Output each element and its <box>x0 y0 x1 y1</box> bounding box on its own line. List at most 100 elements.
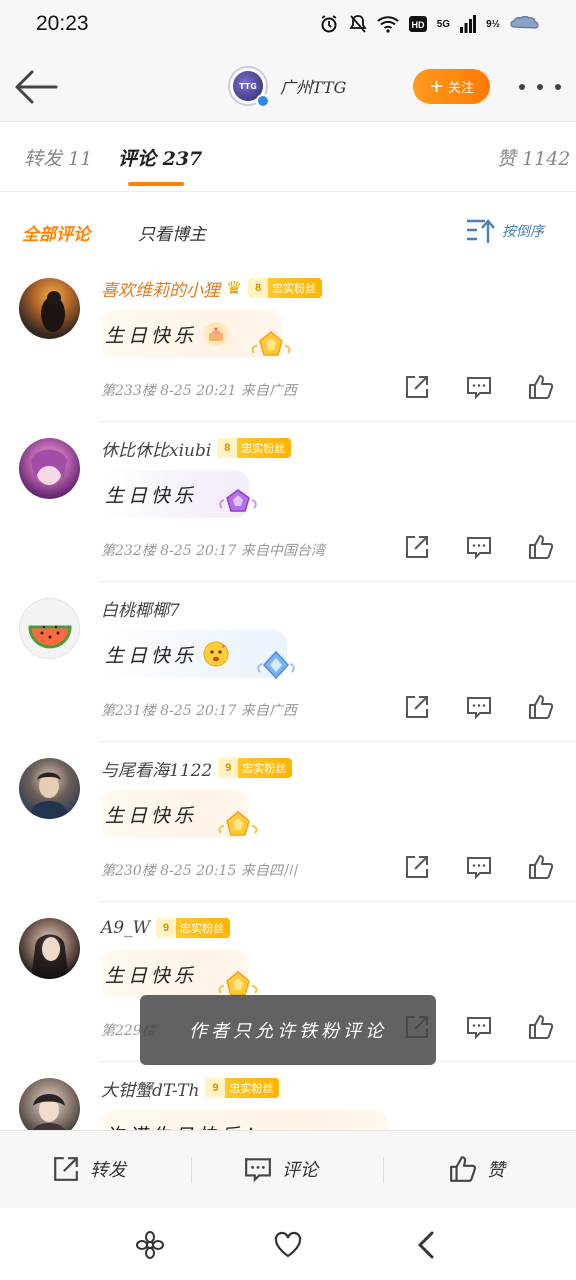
username[interactable]: 白桃椰椰7 <box>101 596 180 621</box>
comment-actions <box>404 534 554 560</box>
share-icon[interactable] <box>404 534 430 560</box>
comment-icon[interactable] <box>466 854 492 880</box>
share-icon <box>54 1157 78 1181</box>
verified-badge-icon <box>256 94 270 108</box>
like-icon[interactable] <box>528 534 554 560</box>
battery-icon <box>510 15 539 29</box>
comment-meta: 第233楼 8-25 20:21 来自广西 <box>101 383 297 399</box>
wifi-icon <box>377 16 399 33</box>
title-bar: TTG 广州TTG + 关注 <box>0 52 576 122</box>
follow-button[interactable]: + 关注 <box>413 69 490 104</box>
comment-meta: 第230楼 8-25 20:15 来自四川 <box>101 863 297 879</box>
comment-text: 许诺生日快乐！ <box>105 1121 266 1131</box>
back-chevron-icon[interactable] <box>412 1230 442 1260</box>
status-time: 20:23 <box>36 12 89 35</box>
tab-repost[interactable]: 转发 11 <box>24 144 92 171</box>
more-options-icon[interactable] <box>519 77 561 97</box>
system-nav-bar <box>0 1208 576 1280</box>
active-tab-indicator <box>128 182 184 186</box>
like-icon[interactable] <box>528 374 554 400</box>
avatar[interactable] <box>19 1078 80 1130</box>
account-name[interactable]: 广州TTG <box>280 74 346 98</box>
plus-icon: + <box>428 75 445 97</box>
like-icon[interactable] <box>528 1014 554 1040</box>
purple-badge-icon <box>219 489 257 512</box>
like-button[interactable]: 赞 <box>449 1155 505 1183</box>
sort-icon <box>467 219 495 243</box>
sort-button[interactable]: 按倒序 <box>466 218 544 244</box>
comment-filter-row: 全部评论 只看博主 按倒序 <box>0 192 576 272</box>
filter-author-only[interactable]: 只看博主 <box>138 220 206 245</box>
fan-badge[interactable]: 8 忠实粉丝 <box>248 278 323 298</box>
comment-icon[interactable] <box>466 694 492 720</box>
avatar[interactable] <box>19 598 80 659</box>
follow-label: 关注 <box>448 81 475 96</box>
toast-message: 作者只允许铁粉评论 <box>140 995 436 1065</box>
comment-actions <box>404 854 554 880</box>
network-label: 9½ <box>486 18 500 30</box>
comment-meta: 第231楼 8-25 20:17 来自广西 <box>101 703 297 719</box>
fan-badge[interactable]: 9 忠实粉丝 <box>156 918 231 938</box>
alarm-icon <box>321 15 337 33</box>
fan-badge[interactable]: 9 忠实粉丝 <box>205 1078 280 1098</box>
repost-button[interactable]: 转发 <box>52 1155 126 1183</box>
separator <box>191 1157 192 1183</box>
avatar[interactable] <box>19 278 80 339</box>
username[interactable]: A9_W <box>101 918 150 938</box>
avatar[interactable] <box>19 758 80 819</box>
bottom-action-bar: 转发 评论 赞 <box>0 1130 576 1208</box>
flower-icon[interactable] <box>135 1230 165 1260</box>
account-avatar[interactable]: TTG <box>228 66 270 108</box>
comment-bubble[interactable]: 许诺生日快乐！ <box>101 1110 389 1130</box>
comment-text: 生日快乐 <box>105 964 198 987</box>
comment-item[interactable]: 休比休比xiubi 8 忠实粉丝 生日快乐 第232楼 8-25 20:17 来自… <box>0 422 576 582</box>
account-header[interactable]: TTG 广州TTG <box>228 66 346 108</box>
comment-text: 生日快乐 <box>105 804 198 827</box>
comment-item[interactable]: 白桃椰椰7 生日快乐 第231楼 8-25 20:17 来自广西 <box>0 582 576 742</box>
share-icon[interactable] <box>404 694 430 720</box>
tab-bar: 转发 11 评论 237 赞 1142 <box>0 122 576 192</box>
comment-actions <box>404 694 554 720</box>
gold-badge-icon <box>251 331 291 356</box>
avatar[interactable] <box>19 438 80 499</box>
username[interactable]: 与尾看海1122 <box>101 756 212 781</box>
username[interactable]: 休比休比xiubi <box>101 436 211 461</box>
tab-comments[interactable]: 评论 237 <box>118 144 202 171</box>
comment-meta: 第232楼 8-25 20:17 来自中国台湾 <box>101 543 325 559</box>
comment-icon <box>245 1158 271 1183</box>
comment-icon[interactable] <box>466 374 492 400</box>
comment-icon[interactable] <box>466 1014 492 1040</box>
status-bar: 20:23 HD 5G 9½ <box>0 0 576 52</box>
signal-label: 5G <box>436 18 451 30</box>
filter-all-comments[interactable]: 全部评论 <box>22 220 90 245</box>
username[interactable]: 大钳蟹dT-Th <box>101 1076 199 1101</box>
share-icon[interactable] <box>404 854 430 880</box>
comment-item[interactable]: 喜欢维莉的小狸 ♛ 8 忠实粉丝 生日快乐 第233楼 8-25 20:21 来自… <box>0 262 576 422</box>
share-icon[interactable] <box>404 374 430 400</box>
comment-icon[interactable] <box>466 534 492 560</box>
repost-label: 转发 <box>90 1160 126 1181</box>
comment-actions <box>404 374 554 400</box>
comment-text: 生日快乐 <box>105 324 198 347</box>
fan-badge[interactable]: 8 忠实粉丝 <box>217 438 292 458</box>
back-arrow-icon[interactable] <box>14 68 58 106</box>
mute-icon <box>349 15 367 33</box>
like-icon[interactable] <box>528 694 554 720</box>
tab-likes[interactable]: 赞 1142 <box>497 144 570 171</box>
comment-label: 评论 <box>282 1160 318 1181</box>
face-emoji-icon <box>203 641 229 667</box>
comment-item[interactable]: 与尾看海1122 9 忠实粉丝 生日快乐 第230楼 8-25 20:15 来自四… <box>0 742 576 902</box>
comment-item[interactable]: 大钳蟹dT-Th 9忠实粉丝 许诺生日快乐！ <box>0 1062 576 1130</box>
sort-label: 按倒序 <box>502 224 544 240</box>
comment-button[interactable]: 评论 <box>244 1155 318 1183</box>
username[interactable]: 喜欢维莉的小狸 <box>101 276 220 301</box>
fan-badge[interactable]: 9 忠实粉丝 <box>218 758 293 778</box>
hd-icon: HD <box>408 16 427 32</box>
avatar[interactable] <box>19 918 80 979</box>
blue-badge-icon <box>257 650 295 680</box>
like-icon <box>450 1156 477 1182</box>
signal-icon <box>460 15 477 33</box>
heart-icon[interactable] <box>273 1230 303 1260</box>
like-icon[interactable] <box>528 854 554 880</box>
crown-icon: ♛ <box>226 277 243 299</box>
